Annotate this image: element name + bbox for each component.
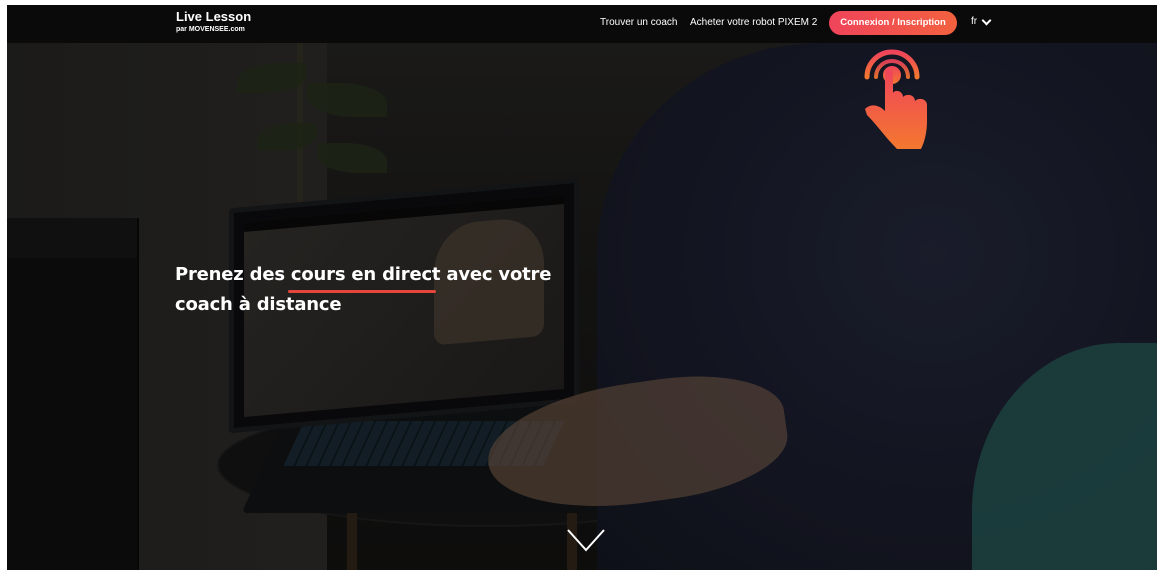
brand-logo[interactable]: Live Lesson par MOVENSEE.com (176, 10, 251, 36)
nav-link-buy-robot[interactable]: Acheter votre robot PIXEM 2 (690, 17, 817, 29)
login-signup-button[interactable]: Connexion / Inscription (829, 11, 957, 35)
brand-title: Live Lesson (176, 9, 252, 24)
chevron-down-icon (981, 15, 992, 25)
language-selector[interactable]: fr (971, 15, 992, 27)
hero-headline-line2: coach à distance (175, 294, 342, 315)
brand-subtitle: par MOVENSEE.com (176, 26, 245, 33)
page: Live Lesson par MOVENSEE.com Trouver un … (7, 5, 1157, 570)
scroll-down-chevron-icon[interactable] (566, 526, 606, 554)
headline-underline (288, 290, 436, 293)
tap-hand-icon (864, 49, 927, 149)
hero-headline-line1: Prenez des cours en direct avec votre (175, 264, 552, 285)
navbar: Live Lesson par MOVENSEE.com Trouver un … (7, 5, 1157, 43)
nav-link-find-coach[interactable]: Trouver un coach (600, 17, 677, 29)
language-label: fr (971, 16, 978, 27)
